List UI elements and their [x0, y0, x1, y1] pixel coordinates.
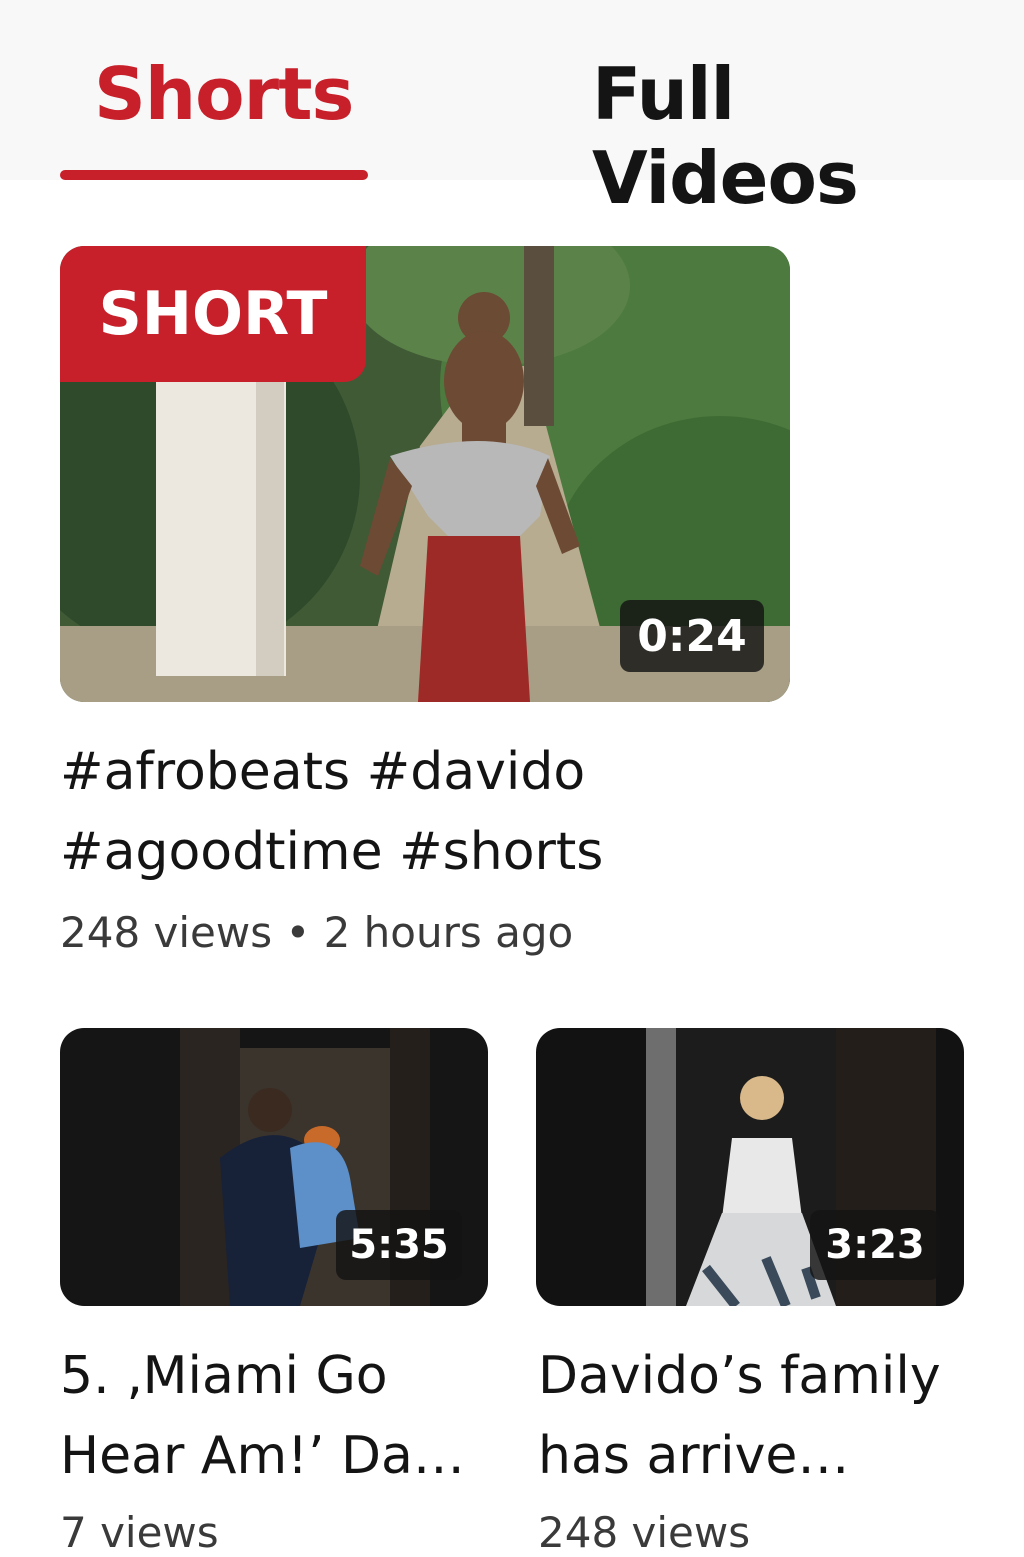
- tab-bar: Shorts Full Videos: [0, 0, 1024, 220]
- title-line: #agoodtime #shorts: [60, 822, 604, 882]
- video-title[interactable]: 5. ‚Miami Go Hear Am!’ Davi…: [60, 1336, 490, 1496]
- tab-full-videos[interactable]: Full Videos: [592, 52, 1024, 220]
- title-line: has arrive…: [538, 1426, 850, 1486]
- title-line: 5. ‚Miami Go: [60, 1346, 388, 1406]
- title-line: Hear Am!’ Davi…: [60, 1426, 490, 1486]
- title-line: Davido’s family: [538, 1346, 941, 1406]
- duration-badge: 3:23: [810, 1210, 940, 1280]
- video-meta: 248 views: [538, 1508, 751, 1557]
- featured-video-thumbnail[interactable]: SHORT 0:24: [60, 246, 790, 702]
- video-thumbnail[interactable]: 3:23: [536, 1028, 964, 1306]
- video-title[interactable]: Davido’s family has arrive…: [538, 1336, 968, 1496]
- duration-badge: 0:24: [620, 600, 764, 672]
- active-tab-indicator: [60, 170, 368, 180]
- title-line: #afrobeats #davido: [60, 742, 586, 802]
- duration-badge: 5:35: [336, 1210, 462, 1280]
- featured-video-title[interactable]: #afrobeats #davido #agoodtime #shorts: [60, 732, 960, 892]
- video-thumbnail[interactable]: 5:35: [60, 1028, 488, 1306]
- short-badge: SHORT: [60, 246, 366, 382]
- tab-shorts[interactable]: Shorts: [94, 52, 354, 136]
- video-meta: 7 views: [60, 1508, 219, 1557]
- featured-video-meta: 248 views • 2 hours ago: [60, 908, 574, 957]
